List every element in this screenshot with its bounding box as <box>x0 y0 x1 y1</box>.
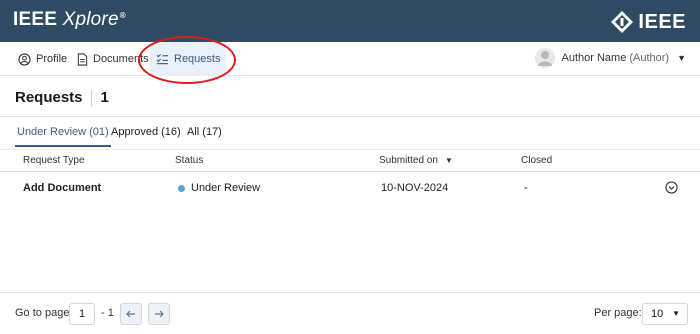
column-submitted-on[interactable]: Submitted on ▼ <box>379 150 453 172</box>
request-type-cell: Add Document <box>23 182 102 194</box>
column-submitted-on-label: Submitted on <box>379 155 438 166</box>
prev-page-button[interactable] <box>120 303 142 325</box>
chevron-down-icon: ▼ <box>672 309 680 318</box>
expand-chevron-icon[interactable] <box>665 181 678 194</box>
user-menu[interactable]: Author Name (Author) ▼ <box>534 47 686 69</box>
user-role: (Author) <box>629 52 670 64</box>
tab-under-review[interactable]: Under Review (01) <box>15 117 111 147</box>
next-page-button[interactable] <box>148 303 170 325</box>
column-status: Status <box>175 155 204 166</box>
document-icon <box>77 52 88 66</box>
request-count: 1 <box>100 89 109 106</box>
page-title: Requests 1 <box>15 89 109 106</box>
chevron-down-icon: ▼ <box>677 53 686 63</box>
submitted-date-cell: 10-NOV-2024 <box>381 182 449 194</box>
column-closed: Closed <box>521 155 553 166</box>
per-page-value: 10 <box>651 308 664 320</box>
arrow-right-icon <box>155 310 164 318</box>
page-title-text: Requests <box>15 89 83 106</box>
tab-approved[interactable]: Approved (16) <box>111 117 181 147</box>
arrow-left-icon <box>126 310 135 318</box>
ieee-org-logo[interactable]: IEEE <box>610 10 686 34</box>
top-header: IEEE Xplore® IEEE <box>0 0 700 42</box>
request-tabs: Under Review (01) Approved (16) All (17) <box>0 117 700 147</box>
status-text: Under Review <box>191 182 261 194</box>
goto-page-label: Go to page <box>15 307 70 319</box>
ieee-logo-text: IEEE <box>638 10 686 33</box>
total-pages-text: - 1 <box>101 307 114 319</box>
nav-requests-label: Requests <box>174 53 221 65</box>
nav-profile[interactable]: Profile <box>18 42 67 76</box>
page-number-input[interactable]: 1 <box>69 303 95 325</box>
per-page-select[interactable]: 10 ▼ <box>642 303 688 325</box>
table-row[interactable]: Add Document Under Review 10-NOV-2024 - <box>0 173 700 203</box>
nav-requests[interactable]: Requests <box>150 42 227 76</box>
per-page-label: Per page: <box>594 307 642 319</box>
tab-all[interactable]: All (17) <box>187 117 222 147</box>
pagination-bar: Go to page 1 - 1 Per page: 10 ▼ <box>0 292 700 334</box>
user-name: Author Name <box>561 52 627 64</box>
ieee-diamond-icon <box>611 11 634 33</box>
brand-sub-text: Xplore <box>62 9 119 30</box>
brand-main-text: IEEE <box>13 9 58 30</box>
brand-registered-mark: ® <box>119 10 126 20</box>
nav-documents-label: Documents <box>93 53 149 65</box>
ieee-xplore-logo[interactable]: IEEE Xplore® <box>13 9 126 31</box>
closed-cell: - <box>524 182 528 194</box>
column-request-type: Request Type <box>23 155 85 166</box>
nav-documents[interactable]: Documents <box>77 42 149 76</box>
sort-desc-icon[interactable]: ▼ <box>445 156 453 165</box>
table-header: Request Type Status Submitted on ▼ Closed <box>0 149 700 172</box>
user-circle-icon <box>18 52 31 66</box>
checklist-icon <box>156 53 169 65</box>
status-dot-icon <box>178 184 185 192</box>
status-cell: Under Review <box>178 173 260 203</box>
title-divider <box>90 89 92 106</box>
nav-profile-label: Profile <box>36 53 68 65</box>
avatar-icon <box>534 48 555 68</box>
